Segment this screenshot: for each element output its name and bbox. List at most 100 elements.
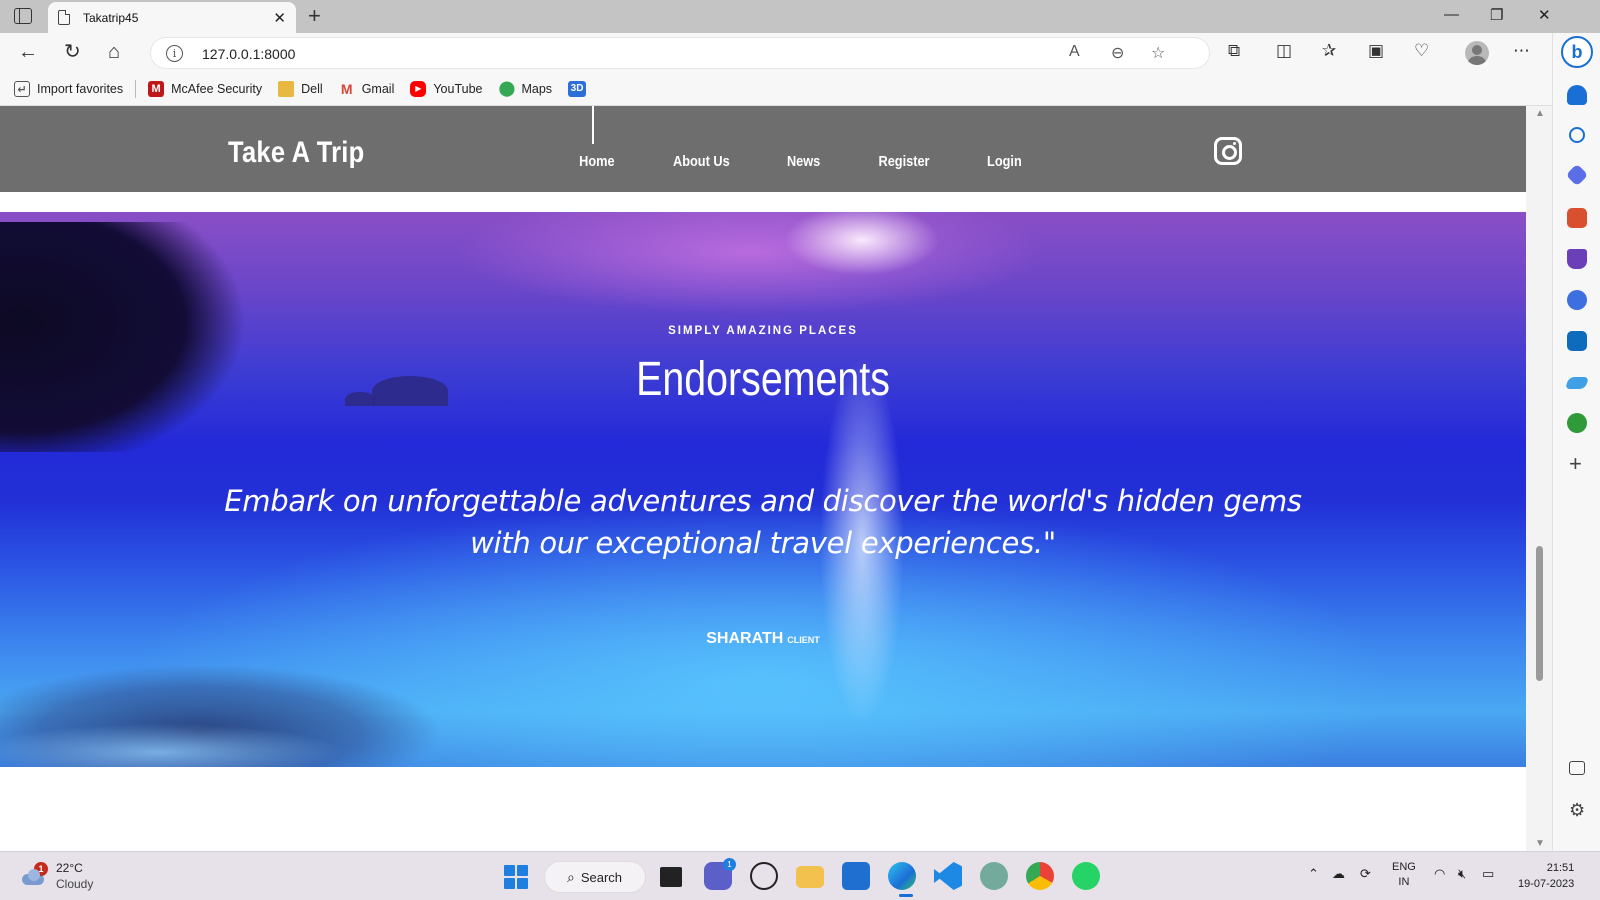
favorite-youtube[interactable]: ▶ YouTube <box>410 81 482 97</box>
favorite-gmail[interactable]: M Gmail <box>339 81 395 97</box>
weather-condition: Cloudy <box>56 877 94 891</box>
favorites-divider <box>135 80 137 98</box>
search-icon: ⌕ <box>567 868 575 885</box>
site-info-icon[interactable]: i <box>166 45 183 62</box>
tools-icon[interactable] <box>1567 208 1587 228</box>
games-icon[interactable] <box>1567 249 1587 269</box>
folder-icon <box>278 81 295 97</box>
edge-running-indicator <box>899 894 913 897</box>
outlook-icon[interactable] <box>1567 331 1587 351</box>
system-clock[interactable]: 21:51 19-07-2023 <box>1518 860 1574 892</box>
microsoft-365-icon[interactable] <box>1567 290 1587 310</box>
site-header: Take A Trip Home About Us News Register … <box>0 106 1526 192</box>
browser-tab-strip: Takatrip45 ✕ + — ❐ ✕ <box>0 0 1600 33</box>
import-icon: ↵ <box>14 81 30 97</box>
sync-icon[interactable]: ⟳ <box>1360 866 1371 882</box>
nav-login[interactable]: Login <box>987 153 1022 170</box>
edge-sidebar: b + ⚙ <box>1552 33 1600 851</box>
restore-button[interactable]: ❐ <box>1490 6 1503 24</box>
scroll-up-icon[interactable]: ▲ <box>1535 108 1545 119</box>
favorite-3d[interactable]: 3D <box>568 81 593 97</box>
dell-icon[interactable] <box>750 862 778 890</box>
back-icon[interactable]: ← <box>18 40 38 64</box>
profile-avatar[interactable] <box>1465 41 1489 65</box>
nav-about-us[interactable]: About Us <box>673 153 730 170</box>
notifications-icon[interactable] <box>1567 85 1587 105</box>
tab-actions-icon[interactable] <box>14 8 32 24</box>
teams-chat-icon[interactable]: 1 <box>704 858 736 890</box>
tree-icon[interactable] <box>1567 413 1587 433</box>
maps-icon: ⬤ <box>498 80 516 97</box>
chrome-icon[interactable] <box>1026 862 1054 890</box>
search-icon[interactable] <box>1569 127 1585 143</box>
nav-news[interactable]: News <box>787 153 820 170</box>
instagram-icon[interactable] <box>1214 137 1242 165</box>
battery-icon[interactable]: ▭ <box>1482 866 1494 882</box>
start-button[interactable] <box>504 865 528 889</box>
edge-browser-icon[interactable] <box>888 862 916 890</box>
tray-overflow-icon[interactable]: ⌃ <box>1308 866 1319 882</box>
tab-close-icon[interactable]: ✕ <box>273 9 286 27</box>
cloud-icon: 1 <box>20 862 48 886</box>
favorite-import[interactable]: ↵ Import favorites <box>14 81 123 97</box>
collections-icon[interactable]: ▣ <box>1368 41 1384 61</box>
windows-taskbar: 1 22°C Cloudy ⌕ Search 1 ⌃ ☁ ⟳ ENG IN ◠ … <box>0 851 1600 900</box>
nav-register[interactable]: Register <box>878 153 929 170</box>
site-brand[interactable]: Take A Trip <box>228 136 364 170</box>
drop-icon[interactable] <box>1564 377 1590 389</box>
close-window-button[interactable]: ✕ <box>1538 6 1551 24</box>
weather-widget[interactable]: 1 22°C Cloudy <box>20 860 93 892</box>
add-sidebar-app-icon[interactable]: + <box>1569 453 1582 475</box>
tab-title: Takatrip45 <box>83 10 139 25</box>
url-text[interactable]: 127.0.0.1:8000 <box>202 46 295 62</box>
favorite-star-icon[interactable]: ☆ <box>1151 43 1165 63</box>
onedrive-icon[interactable]: ☁ <box>1332 866 1345 882</box>
bing-copilot-icon[interactable]: b <box>1561 36 1593 68</box>
3d-badge-icon: 3D <box>568 81 587 97</box>
favorite-mcafee[interactable]: M McAfee Security <box>148 81 262 97</box>
hero-eyebrow: SIMPLY AMAZING PLACES <box>668 325 858 337</box>
endorsements-hero: SIMPLY AMAZING PLACES Endorsements Embar… <box>0 212 1526 767</box>
input-language[interactable]: ENG IN <box>1392 860 1416 890</box>
home-icon[interactable]: ⌂ <box>108 40 120 64</box>
weather-alert-badge: 1 <box>34 862 48 876</box>
gmail-icon: M <box>340 81 353 97</box>
youtube-icon: ▶ <box>410 81 427 97</box>
page-icon <box>58 10 70 25</box>
nav-home[interactable]: Home <box>579 153 614 170</box>
taskbar-search-label: Search <box>580 869 623 885</box>
zoom-icon[interactable]: ⊖ <box>1111 43 1124 63</box>
vscode-icon[interactable] <box>934 862 962 890</box>
author-name: SHARATH <box>706 630 784 647</box>
microsoft-store-icon[interactable] <box>842 862 870 890</box>
shopping-icon[interactable] <box>1565 163 1589 187</box>
extensions-icon[interactable]: ⧉ <box>1228 41 1240 61</box>
settings-more-icon[interactable]: ⋯ <box>1513 41 1530 61</box>
read-aloud-icon[interactable]: A <box>1069 43 1080 61</box>
scroll-down-icon[interactable]: ▼ <box>1535 838 1545 849</box>
browser-tab[interactable]: Takatrip45 ✕ <box>48 2 296 33</box>
split-screen-icon[interactable]: ◫ <box>1276 41 1292 61</box>
file-explorer-icon[interactable] <box>796 866 824 888</box>
new-tab-button[interactable]: + <box>308 4 321 28</box>
refresh-icon[interactable]: ↻ <box>64 40 81 64</box>
wifi-icon[interactable]: ◠ <box>1434 866 1445 882</box>
browser-toolbar: ← ↻ ⌂ i 127.0.0.1:8000 A ⊖ ☆ ⧉ ◫ ✰ ▣ ♡ ⋯ <box>0 33 1552 73</box>
teams-badge: 1 <box>723 858 736 871</box>
browser-essentials-icon[interactable]: ♡ <box>1414 41 1429 61</box>
favorite-dell[interactable]: Dell <box>278 81 323 97</box>
whatsapp-icon[interactable] <box>1072 862 1100 890</box>
volume-muted-icon[interactable]: 🔇︎ <box>1458 866 1466 882</box>
address-bar[interactable]: i 127.0.0.1:8000 A ⊖ ☆ <box>150 37 1210 69</box>
favorite-maps[interactable]: ⬤ Maps <box>498 81 552 97</box>
chatgpt-icon[interactable] <box>980 862 1008 890</box>
hide-sidebar-icon[interactable] <box>1569 761 1585 775</box>
page-scrollbar[interactable]: ▲ ▼ <box>1526 106 1552 851</box>
task-view-icon[interactable] <box>660 867 682 887</box>
favorites-icon[interactable]: ✰ <box>1322 41 1336 61</box>
sidebar-settings-icon[interactable]: ⚙ <box>1569 799 1585 821</box>
taskbar-search[interactable]: ⌕ Search <box>544 861 646 893</box>
testimonial-author: SHARATH CLIENT <box>0 630 1526 648</box>
scrollbar-thumb[interactable] <box>1536 546 1543 681</box>
minimize-button[interactable]: — <box>1444 6 1459 23</box>
